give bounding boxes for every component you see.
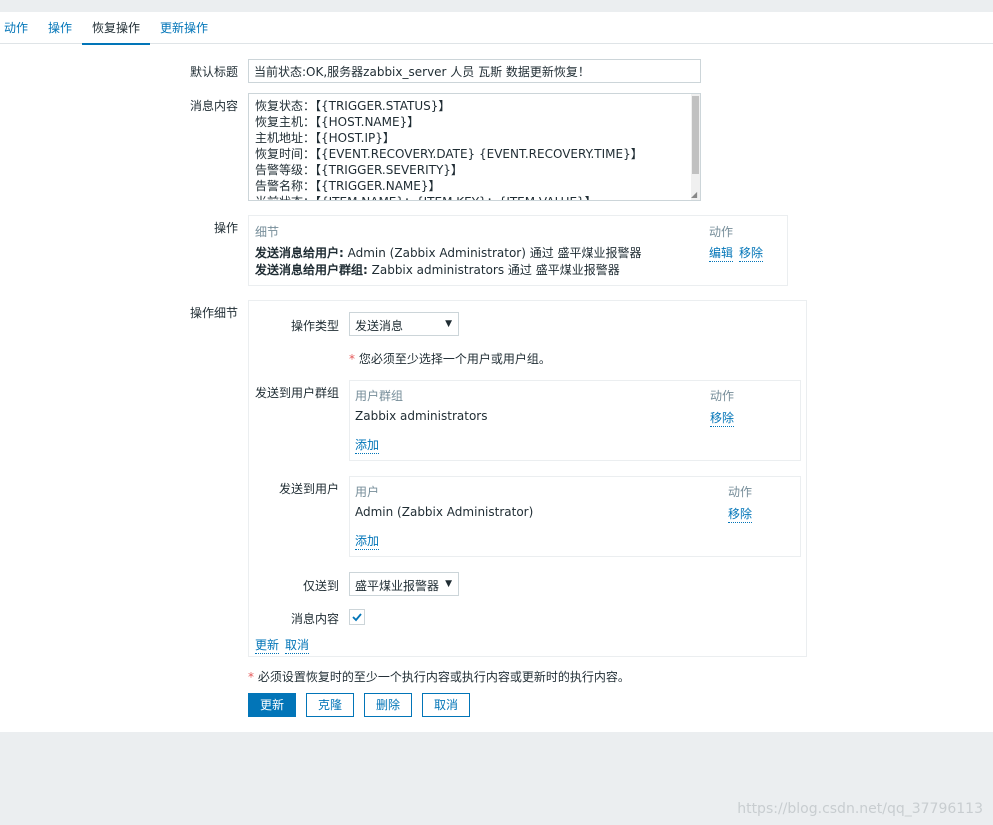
update-button[interactable]: 更新 — [248, 693, 296, 717]
operation-row-group: 发送消息给用户群组: Zabbix administrators 通过 盛平煤业… — [255, 261, 620, 278]
checkmark-icon — [352, 613, 362, 622]
textarea-scrollbar[interactable] — [691, 94, 700, 200]
add-group-link[interactable]: 添加 — [355, 436, 380, 454]
remove-group-link[interactable]: 移除 — [710, 409, 735, 427]
col-group-action-header: 动作 — [710, 389, 735, 403]
add-user-link[interactable]: 添加 — [355, 532, 380, 550]
update-operation-link[interactable]: 更新 — [255, 636, 280, 654]
message-line: 告警名称：【{TRIGGER.NAME}】 — [255, 179, 441, 193]
operations-table: 细节 动作 发送消息给用户: Admin (Zabbix Administrat… — [248, 215, 788, 286]
delete-button[interactable]: 删除 — [364, 693, 412, 717]
operation-row-user: 发送消息给用户: Admin (Zabbix Administrator) 通过… — [255, 244, 642, 261]
cancel-operation-link[interactable]: 取消 — [285, 636, 310, 654]
default-subject-input[interactable]: 当前状态:OK,服务器zabbix_server 人员 瓦斯 数据更新恢复！ — [248, 59, 701, 83]
message-line: 主机地址：【{HOST.IP}】 — [255, 131, 395, 145]
message-lines: 恢复状态：【{TRIGGER.STATUS}】 恢复主机：【{HOST.NAME}… — [255, 98, 694, 200]
users-table: 用户 动作 Admin (Zabbix Administrator) 移除 添加 — [349, 476, 801, 557]
required-note-text: 您必须至少选择一个用户或用户组。 — [358, 352, 551, 366]
required-asterisk-icon: * — [248, 670, 254, 684]
message-textarea[interactable]: 恢复状态：【{TRIGGER.STATUS}】 恢复主机：【{HOST.NAME}… — [248, 93, 701, 201]
watermark: https://blog.csdn.net/qq_37796113 — [737, 801, 983, 817]
remove-user-link[interactable]: 移除 — [728, 505, 753, 523]
tab-operations[interactable]: 操作 — [48, 19, 72, 36]
send-only-to-label: 仅送到 — [302, 579, 339, 593]
col-group-header: 用户群组 — [355, 389, 404, 403]
user-row-name: Admin (Zabbix Administrator) — [355, 505, 534, 519]
operation-row-group-text: Zabbix administrators 通过 盛平煤业报警器 — [367, 263, 620, 277]
tab-bar: 动作 操作 恢复操作 更新操作 — [0, 12, 993, 45]
message-line: 恢复时间：【{EVENT.RECOVERY.DATE} {EVENT.RECOV… — [255, 147, 643, 161]
message-label: 消息内容 — [189, 99, 238, 113]
message-line: 当前状态：【{ITEM.NAME}：{ITEM.KEY}：{ITEM.VALUE… — [255, 194, 694, 200]
required-asterisk-icon: * — [349, 352, 355, 366]
clone-button[interactable]: 克隆 — [306, 693, 354, 717]
tab-action[interactable]: 动作 — [4, 19, 28, 36]
op-type-select[interactable]: 发送消息 ▼ — [349, 312, 459, 336]
op-type-label: 操作类型 — [290, 319, 339, 333]
message-line: 告警等级：【{TRIGGER.SEVERITY}】 — [255, 163, 463, 177]
operation-row-user-text: Admin (Zabbix Administrator) 通过 盛平煤业报警器 — [343, 246, 642, 260]
message-content-label: 消息内容 — [290, 612, 339, 626]
col-user-action-header: 动作 — [728, 485, 753, 499]
bottom-required-note: * 必须设置恢复时的至少一个执行内容或执行内容或更新时的执行内容。 — [248, 668, 630, 685]
col-details-header: 细节 — [255, 225, 280, 239]
operations-label: 操作 — [213, 221, 238, 235]
col-action-header: 动作 — [709, 225, 734, 239]
top-strip — [0, 0, 993, 12]
send-only-to-value: 盛平煤业报警器 — [355, 579, 440, 593]
scrollbar-thumb[interactable] — [692, 96, 699, 174]
required-note: * 您必须至少选择一个用户或用户组。 — [349, 350, 551, 367]
send-only-to-select[interactable]: 盛平煤业报警器 ▼ — [349, 572, 459, 596]
operation-row-group-title: 发送消息给用户群组: — [255, 263, 368, 277]
message-content-checkbox[interactable] — [349, 609, 365, 625]
dropdown-arrow-icon: ▼ — [445, 579, 452, 589]
default-subject-label: 默认标题 — [189, 65, 238, 79]
tab-recovery-operations[interactable]: 恢复操作 — [82, 19, 151, 45]
main-content: 动作 操作 恢复操作 更新操作 默认标题 当前状态:OK,服务器zabbix_s… — [0, 12, 993, 732]
send-to-users-label: 发送到用户 — [278, 482, 339, 496]
tab-update-operations[interactable]: 更新操作 — [160, 19, 208, 36]
bottom-required-note-text: 必须设置恢复时的至少一个执行内容或执行内容或更新时的执行内容。 — [257, 670, 630, 684]
resize-handle-icon[interactable]: ◢ — [691, 191, 699, 199]
message-line: 恢复主机：【{HOST.NAME}】 — [255, 115, 420, 129]
op-type-value: 发送消息 — [355, 319, 404, 333]
operation-row-user-title: 发送消息给用户: — [255, 246, 344, 260]
group-row-name: Zabbix administrators — [355, 409, 488, 423]
col-user-header: 用户 — [355, 485, 380, 499]
groups-table: 用户群组 动作 Zabbix administrators 移除 添加 — [349, 380, 801, 461]
message-line: 恢复状态：【{TRIGGER.STATUS}】 — [255, 99, 451, 113]
send-to-groups-label: 发送到用户群组 — [254, 386, 339, 400]
remove-operation-link[interactable]: 移除 — [739, 244, 764, 262]
cancel-button[interactable]: 取消 — [422, 693, 470, 717]
op-details-panel: 操作类型 发送消息 ▼ * 您必须至少选择一个用户或用户组。 发送到用户群组 用… — [248, 300, 807, 657]
edit-operation-link[interactable]: 编辑 — [709, 244, 734, 262]
dropdown-arrow-icon: ▼ — [445, 319, 452, 329]
